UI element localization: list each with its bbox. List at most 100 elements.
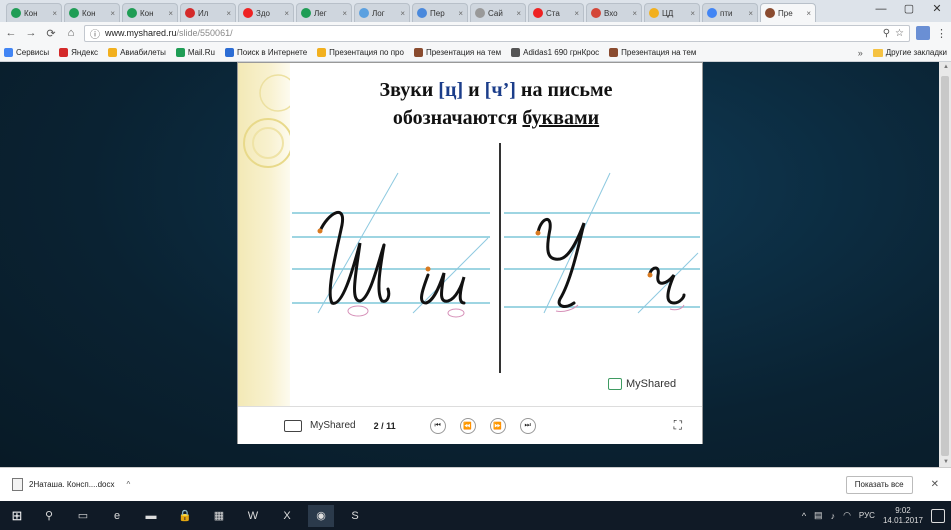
- browser-tab[interactable]: Лог ×: [354, 3, 410, 22]
- browser-tab[interactable]: Ил ×: [180, 3, 236, 22]
- clock[interactable]: 9:02 14.01.2017: [883, 506, 923, 526]
- close-tab-icon[interactable]: ×: [748, 9, 753, 18]
- bookmark-item[interactable]: Сервисы: [4, 48, 49, 57]
- excel-icon[interactable]: X: [274, 505, 300, 527]
- stroke-start-dots: [317, 228, 653, 278]
- edge-browser-icon[interactable]: e: [104, 505, 130, 527]
- close-tab-icon[interactable]: ×: [516, 9, 521, 18]
- close-tab-icon[interactable]: ×: [110, 9, 115, 18]
- store-icon[interactable]: 🔒: [172, 505, 198, 527]
- home-icon[interactable]: ⌂: [64, 27, 78, 39]
- browser-tab[interactable]: Кон ×: [122, 3, 178, 22]
- search-icon[interactable]: ⚲: [36, 505, 62, 527]
- task-view-icon[interactable]: ▭: [70, 505, 96, 527]
- bookmark-item[interactable]: Презентация по про: [317, 48, 404, 57]
- extension-icon[interactable]: [916, 26, 930, 40]
- tab-label: Кон: [82, 8, 96, 18]
- browser-tab[interactable]: Здо ×: [238, 3, 294, 22]
- close-tab-icon[interactable]: ×: [342, 9, 347, 18]
- download-item[interactable]: 2Наташа. Консп....docx: [29, 480, 114, 489]
- tab-favicon-icon: [11, 8, 21, 18]
- close-tab-icon[interactable]: ×: [226, 9, 231, 18]
- close-tab-icon[interactable]: ×: [168, 9, 173, 18]
- tab-label: Пер: [430, 8, 445, 18]
- browser-tab[interactable]: Сай ×: [470, 3, 526, 22]
- back-arrow-icon[interactable]: ←: [4, 27, 18, 39]
- close-tab-icon[interactable]: ×: [632, 9, 637, 18]
- next-slide-icon[interactable]: ⏩: [489, 417, 506, 434]
- browser-tab[interactable]: Пре ×: [760, 3, 816, 22]
- reload-icon[interactable]: ⟳: [44, 27, 58, 40]
- browser-tab[interactable]: Вхо ×: [586, 3, 642, 22]
- scroll-thumb[interactable]: [941, 76, 949, 456]
- address-bar[interactable]: ⓘ www.myshared.ru/slide/550061/ ⚲ ☆: [84, 24, 910, 42]
- first-slide-icon[interactable]: ⏮: [429, 417, 446, 434]
- last-slide-icon[interactable]: ⏭: [519, 417, 536, 434]
- browser-toolbar: ← → ⟳ ⌂ ⓘ www.myshared.ru/slide/550061/ …: [0, 22, 951, 44]
- start-button[interactable]: ⊞: [6, 505, 28, 527]
- tab-strip: Кон × Кон × Кон × Ил × Здо × Лег × Лог × Пер × Сай × Ста × В…: [0, 0, 951, 22]
- page-scrollbar[interactable]: ▲ ▼: [939, 62, 951, 467]
- chrome-icon[interactable]: ◉: [308, 504, 334, 527]
- close-tab-icon[interactable]: ×: [400, 9, 405, 18]
- bookmark-item[interactable]: Поиск в Интернете: [225, 48, 307, 57]
- browser-tab[interactable]: Пер ×: [412, 3, 468, 22]
- browser-tab[interactable]: Кон ×: [6, 3, 62, 22]
- download-menu-chevron-icon[interactable]: ^: [126, 480, 130, 489]
- scroll-down-icon[interactable]: ▼: [943, 459, 949, 465]
- show-all-downloads-button[interactable]: Показать все: [845, 475, 913, 494]
- bookmark-star-icon[interactable]: ☆: [895, 28, 904, 39]
- language-indicator[interactable]: РУС: [859, 511, 875, 520]
- cursive-letter-ts-upper: [318, 210, 391, 305]
- bookmark-item[interactable]: Презентация на тем: [413, 48, 501, 57]
- browser-menu-icon[interactable]: ⋮: [936, 27, 947, 40]
- close-tab-icon[interactable]: ×: [806, 9, 811, 18]
- slide-divider: [499, 143, 501, 373]
- wifi-icon[interactable]: ◠: [843, 510, 851, 521]
- notifications-icon[interactable]: [931, 508, 945, 523]
- browser-tab[interactable]: пти ×: [702, 3, 758, 22]
- network-icon[interactable]: ▤: [814, 510, 823, 521]
- bookmark-label: Mail.Ru: [187, 48, 216, 57]
- page-info-icon[interactable]: ⓘ: [90, 26, 100, 41]
- forward-arrow-icon[interactable]: →: [24, 27, 38, 39]
- bookmark-item[interactable]: Авиабилеты: [108, 48, 166, 57]
- cursive-letter-ch-lower: [648, 266, 686, 305]
- close-tab-icon[interactable]: ×: [690, 9, 695, 18]
- file-explorer-icon[interactable]: ▬: [138, 505, 164, 527]
- tab-favicon-icon: [417, 8, 427, 18]
- browser-tab[interactable]: Ста ×: [528, 3, 584, 22]
- url-text[interactable]: www.myshared.ru/slide/550061/: [105, 28, 878, 38]
- other-bookmarks[interactable]: Другие закладки: [872, 48, 947, 57]
- browser-tab[interactable]: Лег ×: [296, 3, 352, 22]
- scroll-up-icon[interactable]: ▲: [943, 64, 949, 70]
- close-window-button[interactable]: ✕: [923, 0, 951, 20]
- close-tab-icon[interactable]: ×: [574, 9, 579, 18]
- bookmark-item[interactable]: Mail.Ru: [175, 48, 216, 57]
- zoom-icon[interactable]: ⚲: [883, 28, 890, 39]
- volume-icon[interactable]: ♪: [831, 511, 836, 521]
- browser-tab[interactable]: ЦД ×: [644, 3, 700, 22]
- bookmarks-overflow-button[interactable]: »: [858, 48, 863, 58]
- word-icon[interactable]: W: [240, 505, 266, 527]
- browser-tab[interactable]: Кон ×: [64, 3, 120, 22]
- close-tab-icon[interactable]: ×: [284, 9, 289, 18]
- bookmark-favicon-icon: [225, 48, 235, 57]
- bookmark-favicon-icon: [175, 48, 185, 57]
- previous-slide-icon[interactable]: ⏪: [459, 417, 476, 434]
- maximize-button[interactable]: ▢: [895, 0, 923, 20]
- close-tab-icon[interactable]: ×: [458, 9, 463, 18]
- bookmark-item[interactable]: Презентация на тем: [609, 48, 696, 57]
- close-tab-icon[interactable]: ×: [52, 9, 57, 18]
- handwriting-illustration: [292, 172, 700, 318]
- tab-favicon-icon: [243, 8, 253, 18]
- chevron-up-icon[interactable]: ^: [802, 511, 806, 521]
- minimize-button[interactable]: —: [867, 0, 895, 20]
- fullscreen-icon[interactable]: ⛶: [674, 418, 682, 433]
- close-download-bar-icon[interactable]: ✕: [931, 479, 939, 490]
- clock-date: 14.01.2017: [882, 515, 923, 525]
- skype-icon[interactable]: S: [342, 505, 368, 527]
- bookmark-item[interactable]: Adidas1 690 грнКрос: [511, 48, 599, 57]
- bookmark-item[interactable]: Яндекс: [59, 48, 98, 57]
- app-icon[interactable]: ▦: [206, 505, 232, 527]
